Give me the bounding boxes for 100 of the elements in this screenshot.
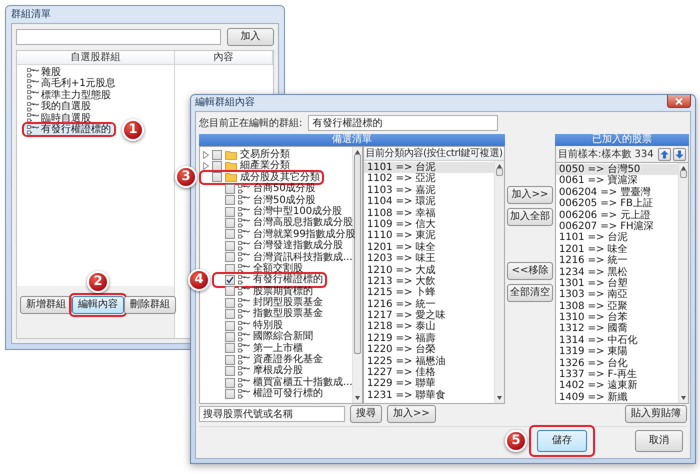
list-item[interactable]: 1218 => 泰山: [364, 321, 494, 333]
checkbox[interactable]: [225, 354, 235, 365]
tree-item[interactable]: 國際綜合新聞: [215, 331, 314, 343]
checkbox[interactable]: [225, 343, 235, 354]
checkbox[interactable]: [225, 366, 235, 376]
tree-item[interactable]: 摩根成分股: [215, 365, 304, 377]
checkbox[interactable]: [225, 195, 235, 206]
list-item[interactable]: 1201 => 味全: [556, 244, 678, 256]
group-item[interactable]: 雜股: [25, 67, 63, 78]
list-item[interactable]: 1409 => 新纖: [556, 392, 678, 404]
tree-item[interactable]: 交易所分類: [202, 149, 291, 160]
checkbox[interactable]: [225, 274, 235, 285]
scrollbar[interactable]: [678, 163, 688, 404]
list-item[interactable]: 1303 => 南亞: [556, 289, 678, 301]
checkbox[interactable]: [225, 309, 235, 320]
checkbox[interactable]: [225, 229, 235, 240]
list-item[interactable]: 1101 => 台泥: [364, 162, 494, 174]
list-item[interactable]: 1308 => 亞聚: [556, 300, 678, 312]
list-item[interactable]: 1402 => 遠東新: [556, 380, 678, 392]
move-up-button[interactable]: [658, 148, 671, 160]
tree-item[interactable]: 台灣資訊科技指數成...: [215, 252, 354, 263]
checkbox[interactable]: [225, 298, 235, 308]
tree-item[interactable]: 台灣就業99指數成分股: [215, 228, 357, 240]
list-item[interactable]: 006207 => FH滬深: [556, 220, 678, 232]
checkbox[interactable]: [225, 218, 235, 228]
checkbox[interactable]: [225, 252, 235, 262]
group-item[interactable]: 有發行權證標的: [25, 124, 113, 136]
list-item[interactable]: 1101 => 台泥: [556, 232, 678, 244]
tree-item[interactable]: 第一上市櫃: [215, 342, 304, 354]
list-item[interactable]: 1217 => 愛之味: [364, 310, 494, 322]
list-item[interactable]: 1201 => 味全: [364, 242, 494, 254]
tree-item[interactable]: 有發行權證標的: [215, 274, 324, 286]
group-button[interactable]: 新增群組: [20, 296, 72, 314]
list-item[interactable]: 1301 => 台塑: [556, 278, 678, 290]
list-item[interactable]: 1215 => 卜蜂: [364, 287, 494, 299]
list-item[interactable]: 1213 => 大飲: [364, 276, 494, 288]
tree-item[interactable]: 櫃買富櫃五十指數成...: [215, 376, 354, 388]
checkbox[interactable]: [225, 388, 235, 399]
scroll-down-icon[interactable]: [497, 396, 502, 400]
checkbox[interactable]: [225, 240, 235, 251]
add-button[interactable]: 加入>>: [507, 186, 553, 204]
move-down-button[interactable]: [673, 148, 686, 160]
checkbox[interactable]: [212, 150, 222, 160]
tree-item[interactable]: 台灣中型100成分股: [215, 206, 344, 218]
list-item[interactable]: 1234 => 黑松: [556, 266, 678, 278]
tree-item[interactable]: 封閉型股票基金: [215, 297, 324, 308]
close-button[interactable]: [667, 95, 691, 108]
add-button[interactable]: 加入: [226, 28, 274, 46]
list-item[interactable]: 1310 => 台苯: [556, 312, 678, 324]
list-item[interactable]: 1110 => 東泥: [364, 230, 494, 242]
checkbox[interactable]: [225, 206, 235, 217]
tree-item[interactable]: 台灣高股息指數成分股: [215, 217, 354, 229]
list-item[interactable]: 1326 => 台化: [556, 358, 678, 370]
name-field[interactable]: [16, 29, 221, 45]
group-field[interactable]: 有發行權證標的: [308, 115, 498, 131]
list-item[interactable]: 1203 => 味王: [364, 253, 494, 265]
list-item[interactable]: 1319 => 東陽: [556, 346, 678, 358]
tree-item[interactable]: 成分股及其它分類: [202, 172, 321, 184]
list-item[interactable]: 0050 => 台灣50: [556, 164, 678, 176]
tree-item[interactable]: 特別股: [215, 320, 284, 332]
tree-item[interactable]: 權證可發行標的: [215, 388, 324, 400]
add-button[interactable]: 加入全部: [507, 208, 553, 226]
list-item[interactable]: 1216 => 統一: [364, 298, 494, 310]
scroll-down-icon[interactable]: [355, 396, 360, 400]
list-item[interactable]: 1108 => 幸福: [364, 208, 494, 219]
save-button[interactable]: 儲存: [537, 430, 587, 452]
list-item[interactable]: 1231 => 聯華食: [364, 390, 494, 402]
tree-item[interactable]: 台灣50成分股: [215, 194, 317, 206]
checkbox[interactable]: [225, 286, 235, 296]
group-item[interactable]: 我的自選股: [25, 101, 93, 113]
checkbox[interactable]: [225, 264, 235, 274]
group-item[interactable]: 標準主力型態股: [25, 90, 113, 102]
list-item[interactable]: 1219 => 福壽: [364, 332, 494, 344]
checkbox[interactable]: [225, 378, 235, 388]
list-item[interactable]: 1102 => 亞泥: [364, 173, 494, 185]
scroll-thumb[interactable]: [680, 170, 687, 178]
list-item[interactable]: 1109 => 信大: [364, 218, 494, 230]
group-button[interactable]: 編輯內容: [72, 296, 124, 314]
list-item[interactable]: 006206 => 元上證: [556, 210, 678, 221]
tree-item[interactable]: 指數型股票基金: [215, 308, 324, 320]
search-field[interactable]: 搜尋股票代號或名稱: [199, 406, 345, 422]
paste-button[interactable]: 貼入剪貼簿: [625, 405, 687, 423]
list-item[interactable]: 1104 => 環泥: [364, 196, 494, 208]
checkbox[interactable]: [212, 161, 222, 172]
checkbox[interactable]: [225, 184, 235, 194]
list-item[interactable]: 1229 => 聯華: [364, 378, 494, 390]
checkbox[interactable]: [212, 172, 222, 182]
list-item[interactable]: 1312 => 國喬: [556, 323, 678, 335]
remove-button[interactable]: <<移除: [507, 262, 553, 280]
group-item[interactable]: 高毛利+1元股息: [25, 78, 118, 90]
list-item[interactable]: 006204 => 豐臺灣: [556, 186, 678, 198]
list-item[interactable]: 1220 => 台榮: [364, 344, 494, 356]
cancel-button[interactable]: 取消: [635, 430, 683, 452]
scroll-down-icon[interactable]: [681, 396, 686, 400]
tree-item[interactable]: 台商50成分股: [215, 183, 317, 195]
checkbox[interactable]: [225, 332, 235, 342]
list-item[interactable]: 1225 => 福懋油: [364, 356, 494, 368]
list-item[interactable]: 0061 => 寶滬深: [556, 175, 678, 187]
list-item[interactable]: 1103 => 嘉泥: [364, 184, 494, 196]
checkbox[interactable]: [225, 320, 235, 331]
